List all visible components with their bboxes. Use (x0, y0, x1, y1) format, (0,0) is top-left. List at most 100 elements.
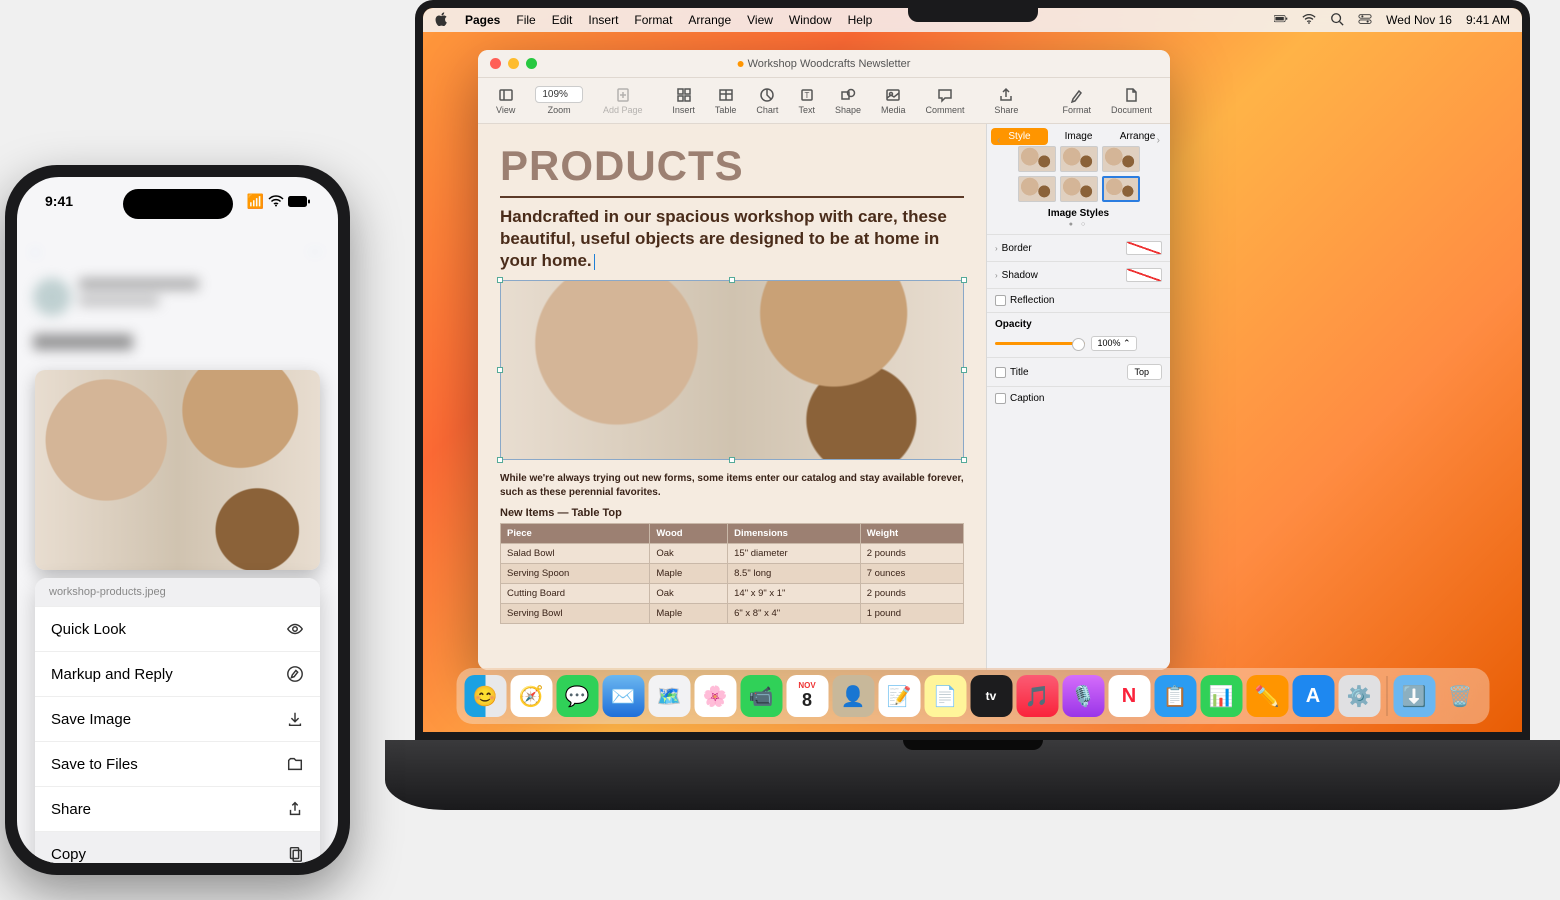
styles-prev[interactable]: ‹ (997, 135, 1000, 146)
menu-insert[interactable]: Insert (588, 13, 618, 27)
menu-share[interactable]: Share (35, 786, 320, 831)
toolbar-text[interactable]: TText (790, 85, 823, 117)
table-row: Salad BowlOak15" diameter2 pounds (501, 544, 964, 564)
dock-music[interactable]: 🎵 (1016, 675, 1058, 717)
inspector-shadow[interactable]: ›Shadow (987, 261, 1170, 288)
menu-copy[interactable]: Copy (35, 831, 320, 863)
dock-settings[interactable]: ⚙️ (1338, 675, 1380, 717)
menu-arrange[interactable]: Arrange (688, 13, 731, 27)
opacity-label: Opacity (995, 319, 1162, 330)
menu-edit[interactable]: Edit (552, 13, 573, 27)
menu-window[interactable]: Window (789, 13, 832, 27)
inspector-reflection[interactable]: Reflection (987, 288, 1170, 312)
toolbar-document[interactable]: Document (1103, 85, 1160, 117)
menu-file[interactable]: File (516, 13, 535, 27)
inspector-title[interactable]: TitleTop (987, 357, 1170, 386)
image-style-thumb[interactable] (1018, 146, 1056, 172)
search-icon[interactable] (1330, 12, 1344, 29)
dock-photos[interactable]: 🌸 (694, 675, 736, 717)
close-button[interactable] (490, 58, 501, 69)
battery-icon (288, 194, 310, 210)
toolbar-share[interactable]: Share (986, 85, 1026, 117)
menu-save-image[interactable]: Save Image (35, 696, 320, 741)
dock-safari[interactable]: 🧭 (510, 675, 552, 717)
document-canvas[interactable]: PRODUCTS Handcrafted in our spacious wor… (478, 124, 986, 670)
dock-notes[interactable]: 📄 (924, 675, 966, 717)
dock-pages[interactable]: ✏️ (1246, 675, 1288, 717)
image-style-thumb[interactable] (1018, 176, 1056, 202)
wifi-icon (268, 194, 284, 210)
filename: workshop-products.jpeg (35, 578, 320, 606)
dock-facetime[interactable]: 📹 (740, 675, 782, 717)
macbook-screen: Pages File Edit Insert Format Arrange Vi… (423, 8, 1522, 732)
dock-calendar[interactable]: NOV8 (786, 675, 828, 717)
wifi-icon[interactable] (1302, 12, 1316, 29)
control-center-icon[interactable] (1358, 12, 1372, 29)
table-row: Serving SpoonMaple8.5" long7 ounces (501, 564, 964, 584)
dock-maps[interactable]: 🗺️ (648, 675, 690, 717)
dock-reminders[interactable]: 📝 (878, 675, 920, 717)
caption-checkbox[interactable] (995, 393, 1006, 404)
dock-tv[interactable]: tv (970, 675, 1012, 717)
toolbar-media[interactable]: Media (873, 85, 914, 117)
shadow-swatch[interactable] (1126, 268, 1162, 282)
dock-app1[interactable]: 📋 (1154, 675, 1196, 717)
menubar-time[interactable]: 9:41 AM (1466, 13, 1510, 27)
menu-format[interactable]: Format (634, 13, 672, 27)
table-header: Wood (650, 524, 728, 544)
image-style-thumb[interactable] (1060, 176, 1098, 202)
menubar-date[interactable]: Wed Nov 16 (1386, 13, 1452, 27)
image-style-thumb[interactable] (1060, 146, 1098, 172)
menu-save-to-files[interactable]: Save to Files (35, 741, 320, 786)
context-menu: workshop-products.jpeg Quick Look Markup… (35, 578, 320, 863)
inspector-caption[interactable]: Caption (987, 386, 1170, 410)
toolbar-comment[interactable]: Comment (918, 85, 973, 117)
menu-help[interactable]: Help (848, 13, 873, 27)
menu-quick-look[interactable]: Quick Look (35, 606, 320, 651)
dock-appstore[interactable]: A (1292, 675, 1334, 717)
zoom-button[interactable] (526, 58, 537, 69)
minimize-button[interactable] (508, 58, 519, 69)
dock-news[interactable]: N (1108, 675, 1150, 717)
toolbar-chart[interactable]: Chart (748, 85, 786, 117)
dock-trash[interactable]: 🗑️ (1439, 675, 1481, 717)
dock-numbers[interactable]: 📊 (1200, 675, 1242, 717)
rule (500, 196, 964, 198)
toolbar-format[interactable]: Format (1054, 85, 1099, 117)
app-name[interactable]: Pages (465, 13, 500, 27)
dock-finder[interactable]: 😊 (464, 675, 506, 717)
toolbar-view[interactable]: View (488, 85, 523, 117)
title-checkbox[interactable] (995, 367, 1006, 378)
selected-image[interactable] (500, 280, 964, 460)
reflection-checkbox[interactable] (995, 295, 1006, 306)
battery-icon[interactable] (1274, 12, 1288, 29)
opacity-value[interactable]: 100% ⌃ (1091, 336, 1137, 351)
table-header: Weight (860, 524, 963, 544)
inspector-border[interactable]: ›Border (987, 234, 1170, 261)
title-position[interactable]: Top (1127, 364, 1162, 380)
opacity-slider[interactable] (995, 342, 1085, 345)
menu-view[interactable]: View (747, 13, 773, 27)
dock-downloads[interactable]: ⬇️ (1393, 675, 1435, 717)
toolbar-zoom[interactable]: 109%Zoom (527, 84, 591, 117)
menu-markup-reply[interactable]: Markup and Reply (35, 651, 320, 696)
table-row: Cutting BoardOak14" x 9" x 1"2 pounds (501, 584, 964, 604)
preview-image[interactable] (35, 370, 320, 570)
toolbar-shape[interactable]: Shape (827, 85, 869, 117)
window-title: Workshop Woodcrafts Newsletter (738, 58, 911, 70)
table-header: Dimensions (728, 524, 861, 544)
image-style-thumb[interactable] (1102, 146, 1140, 172)
dock-contacts[interactable]: 👤 (832, 675, 874, 717)
styles-next[interactable]: › (1157, 135, 1160, 146)
toolbar-table[interactable]: Table (707, 85, 745, 117)
dock-podcasts[interactable]: 🎙️ (1062, 675, 1104, 717)
dock-messages[interactable]: 💬 (556, 675, 598, 717)
table-row: Serving BowlMaple6" x 8" x 4"1 pound (501, 604, 964, 624)
image-styles-label: Image Styles (993, 208, 1164, 219)
toolbar-insert[interactable]: Insert (664, 85, 703, 117)
border-swatch[interactable] (1126, 241, 1162, 255)
apple-menu-icon[interactable] (435, 12, 449, 29)
dock-mail[interactable]: ✉️ (602, 675, 644, 717)
image-style-thumb[interactable] (1102, 176, 1140, 202)
toolbar-add-page: Add Page (595, 85, 651, 117)
